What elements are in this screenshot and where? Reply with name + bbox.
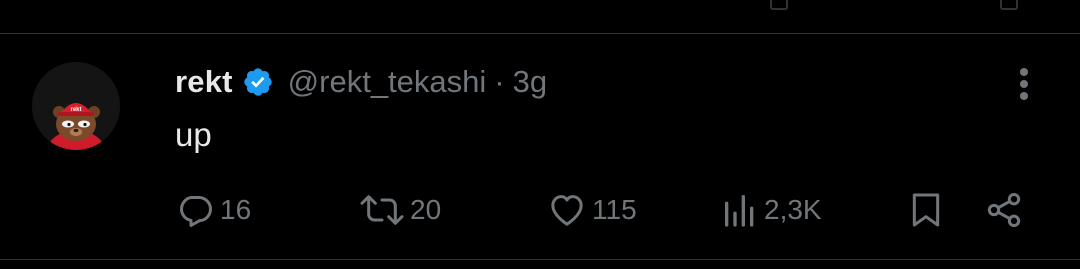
author-name[interactable]: rekt: [175, 64, 233, 100]
heart-icon: [551, 195, 583, 226]
share-button[interactable]: [984, 190, 1024, 230]
bottom-divider: [0, 259, 1080, 260]
retweet-count: 20: [410, 194, 442, 225]
more-vertical-icon: [1020, 68, 1028, 100]
rekt-bear-avatar-icon: rekt: [32, 62, 120, 150]
previous-tweet-remnant: [0, 0, 1080, 30]
views-count: 2,3K: [764, 194, 822, 225]
views-button[interactable]: 2,3K: [720, 190, 822, 230]
like-button[interactable]: 115: [546, 190, 637, 230]
tweet-timestamp[interactable]: 3g: [513, 64, 547, 100]
tweet-header: rekt @rekt_tekashi · 3g: [175, 62, 547, 102]
top-divider: [0, 33, 1080, 34]
author-handle[interactable]: @rekt_tekashi: [288, 64, 487, 100]
retweet-button[interactable]: 20: [358, 190, 441, 230]
bookmark-button[interactable]: [906, 190, 946, 230]
verified-badge-icon[interactable]: [242, 66, 274, 98]
reply-icon: [180, 196, 212, 227]
previous-tweet-action-icon: [1000, 0, 1018, 10]
reply-count: 16: [220, 194, 252, 225]
reply-button[interactable]: 16: [176, 190, 251, 230]
like-count: 115: [592, 194, 637, 225]
views-icon: [725, 195, 754, 227]
tweet-text: up: [175, 116, 212, 153]
retweet-icon: [360, 195, 404, 225]
avatar[interactable]: rekt: [32, 62, 120, 150]
svg-text:rekt: rekt: [70, 107, 81, 113]
separator-dot: ·: [494, 64, 505, 99]
share-icon: [987, 193, 1021, 227]
more-options-button[interactable]: [1006, 64, 1042, 104]
previous-tweet-action-icon: [770, 0, 788, 10]
bookmark-icon: [912, 193, 940, 227]
